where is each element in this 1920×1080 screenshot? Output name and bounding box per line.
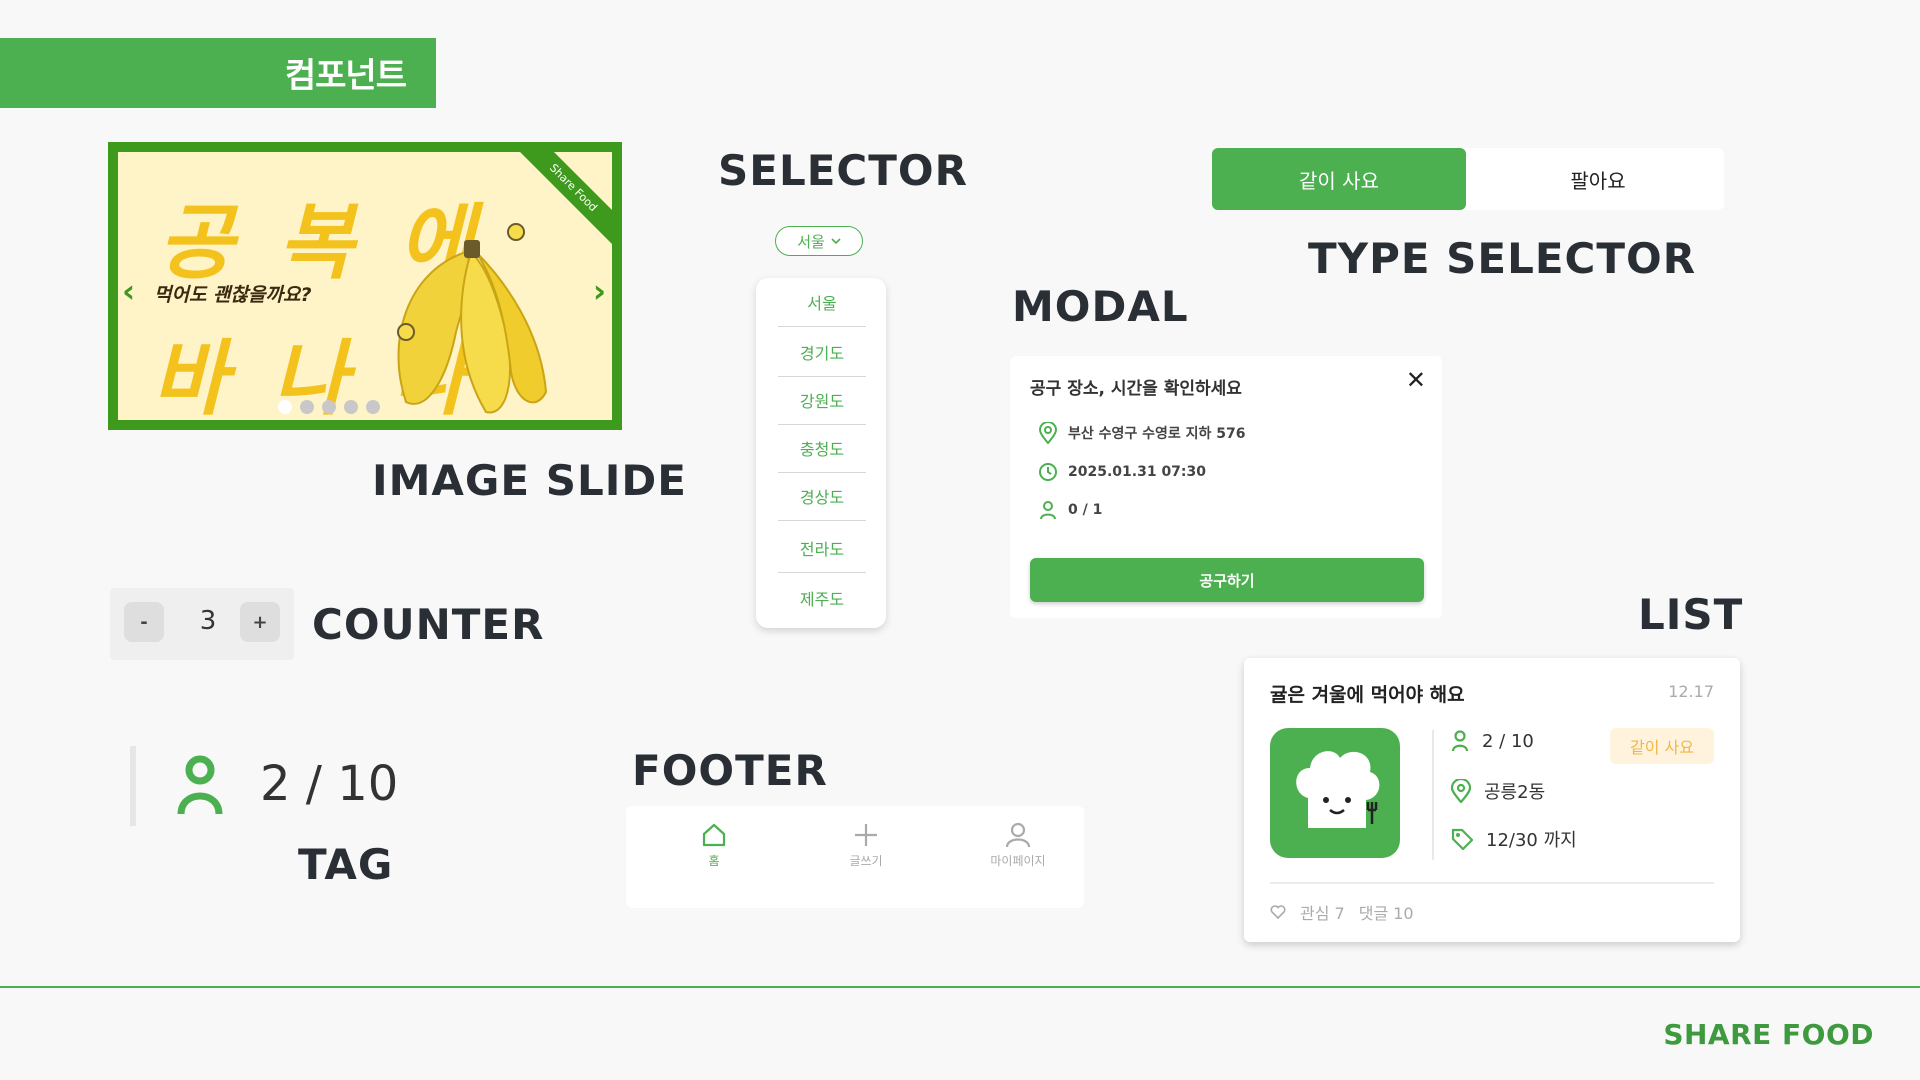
- selector-option[interactable]: 강원도: [778, 376, 866, 425]
- tag-icon: [1451, 828, 1474, 851]
- slide-dot[interactable]: [344, 400, 358, 414]
- type-option-sell[interactable]: 팔아요: [1472, 148, 1724, 210]
- type-selector-caption: TYPE SELECTOR: [1308, 234, 1697, 283]
- list-likes: 관심 7: [1300, 904, 1345, 923]
- selector-option[interactable]: 경기도: [778, 328, 866, 377]
- selector-caption: SELECTOR: [718, 146, 968, 195]
- modal-people-count: 0 / 1: [1068, 502, 1103, 518]
- list-comments: 댓글 10: [1358, 904, 1414, 923]
- tag-count: 2 / 10: [260, 756, 399, 812]
- footer-caption: FOOTER: [632, 746, 828, 795]
- heart-icon[interactable]: [1270, 905, 1286, 919]
- selector-option[interactable]: 서울: [778, 278, 866, 327]
- modal-dialog: 공구 장소, 시간을 확인하세요 ✕ 부산 수영구 수영로 지하 576 202…: [1010, 356, 1442, 618]
- modal-datetime: 2025.01.31 07:30: [1068, 464, 1207, 480]
- selector-selected-value: 서울: [797, 232, 825, 251]
- counter-value: 3: [199, 606, 217, 636]
- list-thumbnail: [1270, 728, 1400, 858]
- list-caption: LIST: [1638, 590, 1744, 639]
- list-deadline-row: 12/30 까지: [1450, 826, 1577, 852]
- modal-caption: MODAL: [1012, 282, 1189, 331]
- list-meta: 관심 7 댓글 10: [1270, 900, 1414, 924]
- list-separator: [1270, 882, 1714, 884]
- nav-item-home[interactable]: 홈: [654, 822, 774, 869]
- type-selector: 같이 사요 팔아요: [1212, 148, 1724, 210]
- modal-datetime-row: 2025.01.31 07:30: [1038, 462, 1206, 482]
- selector-option[interactable]: 제주도: [778, 574, 866, 622]
- nav-item-mypage[interactable]: 마이페이지: [958, 822, 1078, 869]
- slide-dot[interactable]: [278, 400, 292, 414]
- header-banner: 컴포넌트: [0, 38, 436, 108]
- tag-caption: TAG: [298, 840, 394, 889]
- list-divider: [1432, 730, 1434, 860]
- list-people-row: 2 / 10: [1450, 730, 1534, 752]
- user-icon: [177, 755, 223, 815]
- slide-subtitle: 먹어도 괜찮을까요?: [154, 284, 312, 306]
- modal-location: 부산 수영구 수영로 지하 576: [1068, 426, 1246, 442]
- selector-dropdown-list: 서울 경기도 강원도 충청도 경상도 전라도 제주도: [756, 278, 886, 628]
- type-badge: 같이 사요: [1610, 728, 1714, 764]
- image-slide-caption: IMAGE SLIDE: [372, 456, 687, 505]
- bottom-divider: [0, 986, 1920, 988]
- footer-nav: 홈 글쓰기 마이페이지: [626, 806, 1084, 908]
- list-item-title: 귤은 겨울에 먹어야 해요: [1270, 684, 1465, 706]
- decrement-button[interactable]: -: [124, 602, 164, 642]
- list-people-count: 2 / 10: [1482, 730, 1534, 752]
- type-option-buy-together[interactable]: 같이 사요: [1212, 148, 1466, 210]
- user-icon: [1005, 822, 1031, 848]
- nav-item-write[interactable]: 글쓰기: [806, 822, 926, 869]
- banana-illustration: [397, 223, 548, 414]
- list-place: 공릉2동: [1484, 782, 1546, 803]
- slide-dot[interactable]: [366, 400, 380, 414]
- modal-people-row: 0 / 1: [1038, 500, 1102, 520]
- counter-caption: COUNTER: [312, 600, 545, 649]
- list-item[interactable]: 귤은 겨울에 먹어야 해요 12.17 2 / 10 같이 사요 공릉2동 12…: [1244, 658, 1740, 942]
- user-icon: [1451, 730, 1469, 752]
- selector-option[interactable]: 경상도: [778, 472, 866, 521]
- location-pin-icon: [1038, 422, 1058, 444]
- slide-next-arrow-icon[interactable]: ›: [593, 272, 606, 310]
- list-item-date: 12.17: [1668, 682, 1714, 701]
- chef-mascot-icon: [1296, 751, 1380, 828]
- user-icon: [1040, 501, 1056, 520]
- modal-heading: 공구 장소, 시간을 확인하세요: [1030, 379, 1242, 399]
- counter: - 3 +: [110, 588, 294, 660]
- tag-divider: [130, 746, 136, 826]
- group-buy-button[interactable]: 공구하기: [1030, 558, 1424, 602]
- selector-option[interactable]: 전라도: [778, 524, 866, 573]
- location-pin-icon: [1450, 779, 1472, 803]
- brand-logo: SHARE FOOD: [1663, 1018, 1874, 1051]
- list-deadline: 12/30 까지: [1486, 830, 1577, 851]
- increment-button[interactable]: +: [240, 602, 280, 642]
- plus-icon: [855, 824, 877, 846]
- selector-option[interactable]: 충청도: [778, 424, 866, 473]
- slide-pagination[interactable]: [278, 400, 380, 414]
- image-slide[interactable]: 공 복 에 먹어도 괜찮을까요? 바 나 나 Share Food ‹ ›: [108, 142, 622, 430]
- slide-image: 공 복 에 먹어도 괜찮을까요? 바 나 나 Share Food ‹ ›: [118, 152, 612, 420]
- slide-dot[interactable]: [322, 400, 336, 414]
- nav-label-mypage: 마이페이지: [990, 854, 1046, 868]
- close-icon[interactable]: ✕: [1406, 366, 1426, 394]
- nav-label-home: 홈: [708, 854, 720, 868]
- chevron-down-icon: [831, 238, 841, 245]
- list-place-row: 공릉2동: [1450, 778, 1545, 804]
- banner-title: 컴포넌트: [284, 56, 407, 96]
- nav-label-write: 글쓰기: [849, 854, 883, 868]
- slide-prev-arrow-icon[interactable]: ‹: [122, 272, 135, 310]
- modal-location-row: 부산 수영구 수영로 지하 576: [1038, 422, 1246, 444]
- region-selector-button[interactable]: 서울: [775, 226, 863, 256]
- slide-dot[interactable]: [300, 400, 314, 414]
- clock-icon: [1039, 463, 1057, 481]
- home-icon: [702, 823, 726, 847]
